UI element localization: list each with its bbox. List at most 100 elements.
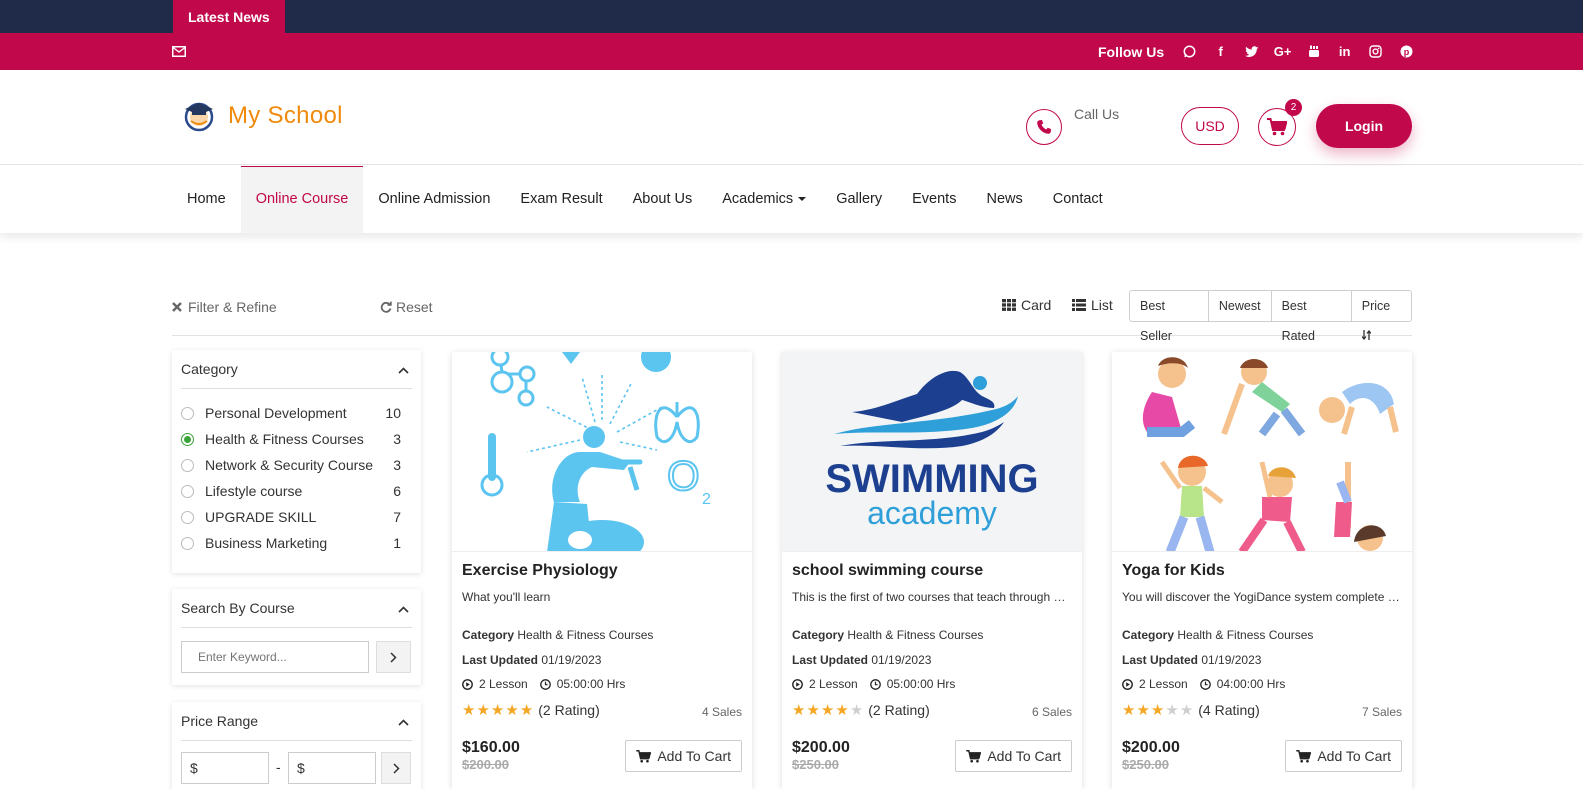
price-min-input[interactable]: $ [181, 752, 269, 784]
course-title[interactable]: Yoga for Kids [1122, 562, 1225, 580]
nav-about-us[interactable]: About Us [618, 166, 708, 233]
radio-button[interactable] [181, 406, 194, 420]
category-option[interactable]: Personal Development 10 [181, 400, 401, 426]
star-filled-icon: ★ [1136, 701, 1150, 719]
sort-newest[interactable]: Newest [1209, 291, 1272, 321]
category-option-count: 1 [393, 535, 401, 551]
exercise-physiology-illustration: O 2 [480, 352, 711, 551]
phone-icon[interactable] [1026, 109, 1062, 145]
nav-online-course[interactable]: Online Course [240, 166, 364, 233]
search-panel: Search By Course [172, 589, 421, 685]
sort-best-rated[interactable]: Best Rated [1272, 291, 1352, 343]
star-empty-icon: ★ [1165, 701, 1179, 719]
clock-icon [869, 678, 881, 690]
nav-exam-result[interactable]: Exam Result [505, 166, 617, 233]
play-circle-icon [462, 678, 473, 690]
radio-button[interactable] [181, 484, 194, 498]
course-rating: ★ ★ ★ ★ ★ (4 Rating) [1122, 702, 1260, 718]
updated-value: 01/19/2023 [871, 653, 932, 667]
add-to-cart-button[interactable]: Add To Cart [625, 740, 742, 772]
price-max-input[interactable]: $ [288, 752, 376, 784]
radio-button[interactable] [181, 432, 194, 446]
course-image[interactable]: O 2 [452, 352, 752, 552]
caret-down-icon [798, 197, 807, 202]
card-view-button[interactable]: Card [1002, 297, 1051, 313]
site-logo[interactable]: My School [182, 100, 343, 132]
pinterest-icon[interactable]: p [1391, 33, 1422, 70]
search-button[interactable] [376, 641, 411, 673]
login-button[interactable]: Login [1316, 104, 1412, 148]
chevron-up-icon[interactable] [398, 367, 409, 374]
nav-academics[interactable]: Academics [707, 166, 821, 233]
search-title: Search By Course [181, 600, 295, 616]
price-apply-button[interactable] [381, 752, 411, 784]
chevron-up-icon[interactable] [398, 719, 409, 726]
yoga-kids-illustration [1142, 357, 1399, 551]
course-card[interactable]: SWIMMING academy school swimming course … [782, 352, 1082, 789]
category-option-label: Business Marketing [205, 535, 328, 551]
chevron-right-icon [390, 651, 397, 663]
course-title[interactable]: Exercise Physiology [462, 562, 618, 580]
youtube-icon[interactable] [1298, 33, 1329, 70]
course-category: Category Health & Fitness Courses [1122, 628, 1313, 642]
sort-price[interactable]: Price [1352, 291, 1411, 341]
nav-online-admission[interactable]: Online Admission [363, 166, 505, 233]
price-range-panel: Price Range $ - $ [172, 702, 421, 789]
add-to-cart-button[interactable]: Add To Cart [955, 740, 1072, 772]
search-input[interactable] [181, 641, 369, 673]
google-plus-icon[interactable]: G+ [1267, 33, 1298, 70]
lesson-count: 2 Lesson [479, 677, 528, 691]
category-option[interactable]: Health & Fitness Courses 3 [181, 426, 401, 452]
course-card[interactable]: O 2 Exercise Physiology What you'll lear… [452, 352, 752, 789]
course-meta: 2 Lesson 04:00:00 Hrs [1122, 677, 1297, 691]
linkedin-icon[interactable]: in [1329, 33, 1360, 70]
course-old-price: $250.00 [792, 757, 839, 772]
course-image[interactable] [1112, 352, 1412, 552]
star-filled-icon: ★ [835, 701, 849, 719]
course-meta: 2 Lesson 05:00:00 Hrs [462, 677, 637, 691]
category-option-label: UPGRADE SKILL [205, 509, 317, 525]
svg-text:2: 2 [702, 491, 711, 508]
course-image[interactable]: SWIMMING academy [782, 352, 1082, 552]
course-card[interactable]: Yoga for Kids You will discover the Yogi… [1112, 352, 1412, 789]
radio-button[interactable] [181, 536, 194, 550]
category-option-label: Health & Fitness Courses [205, 431, 364, 447]
course-title[interactable]: school swimming course [792, 562, 983, 580]
radio-button[interactable] [181, 458, 194, 472]
social-icons: f G+ in p [1174, 33, 1422, 70]
nav-events[interactable]: Events [897, 166, 971, 233]
currency-selector[interactable]: USD [1181, 107, 1239, 145]
add-to-cart-button[interactable]: Add To Cart [1285, 740, 1402, 772]
star-filled-icon: ★ [476, 701, 490, 719]
list-view-button[interactable]: List [1072, 297, 1113, 313]
nav-gallery[interactable]: Gallery [821, 166, 897, 233]
mail-icon[interactable] [172, 46, 186, 57]
category-label: Category [1122, 628, 1175, 642]
play-circle-icon [1122, 678, 1133, 690]
latest-news-tab[interactable]: Latest News [173, 0, 285, 33]
category-option[interactable]: Network & Security Course 3 [181, 452, 401, 478]
sales-count: 7 Sales [1361, 705, 1402, 719]
cart-count-badge: 2 [1285, 99, 1302, 116]
nav-home[interactable]: Home [172, 166, 241, 233]
price-dash: - [276, 759, 281, 775]
course-updated: Last Updated 01/19/2023 [462, 653, 601, 667]
nav-news[interactable]: News [971, 166, 1037, 233]
radio-button[interactable] [181, 510, 194, 524]
instagram-icon[interactable] [1360, 33, 1391, 70]
category-option[interactable]: Lifestyle course 6 [181, 478, 401, 504]
sort-best-seller[interactable]: Best Seller [1130, 291, 1209, 343]
list-icon [1072, 299, 1086, 311]
nav-contact[interactable]: Contact [1038, 166, 1118, 233]
chevron-up-icon[interactable] [398, 606, 409, 613]
filter-refine[interactable]: Filter & Refine [172, 299, 277, 315]
last-updated-label: Last Updated [792, 653, 869, 667]
category-option[interactable]: Business Marketing 1 [181, 530, 401, 556]
twitter-icon[interactable] [1236, 33, 1267, 70]
whatsapp-icon[interactable] [1174, 33, 1205, 70]
category-option[interactable]: UPGRADE SKILL 7 [181, 504, 401, 530]
reset-button[interactable]: Reset [380, 299, 433, 315]
card-view-label: Card [1021, 297, 1052, 313]
facebook-icon[interactable]: f [1205, 33, 1236, 70]
call-us-label: Call Us [1074, 106, 1120, 122]
